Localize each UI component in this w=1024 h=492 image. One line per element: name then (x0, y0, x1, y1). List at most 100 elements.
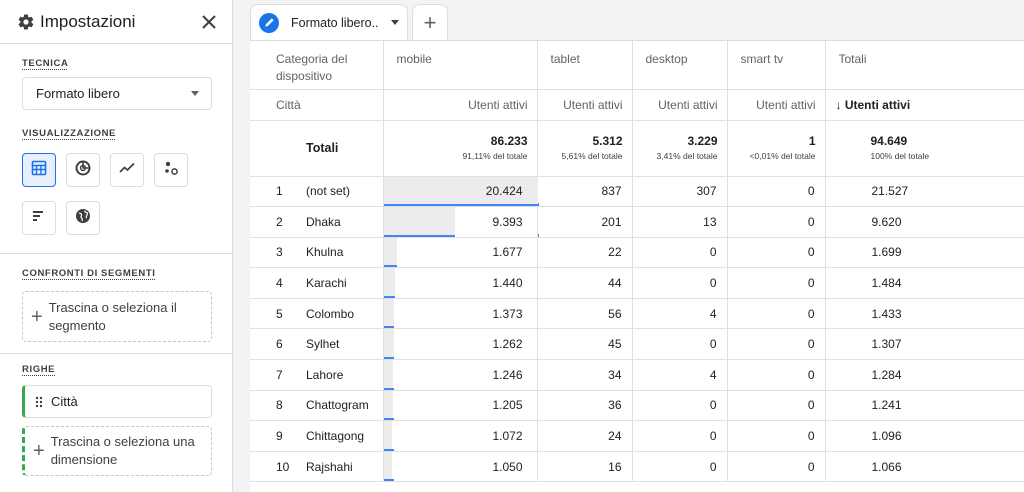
row-total-value: 1.699 (871, 245, 902, 260)
total-cell: 86.233 91,11% del totale (383, 120, 538, 177)
dimension-column-header[interactable]: Categoria del dispositivo (250, 41, 384, 90)
viz-scatter-button[interactable] (154, 153, 188, 187)
tecnica-value: Formato libero (36, 86, 120, 101)
segment-drop-zone[interactable]: + Trascina o seleziona il segmento (22, 291, 212, 342)
total-value: 5.312 (592, 134, 623, 148)
desktop-cell: 0 (632, 390, 728, 422)
panel-title: Impostazioni (40, 11, 136, 31)
scatter-chart-icon (162, 159, 180, 182)
viz-geo-button[interactable] (66, 201, 100, 235)
add-tab-button[interactable]: + (412, 4, 448, 40)
column-header-row: Categoria del dispositivo mobile tablet … (250, 41, 1024, 90)
tecnica-select[interactable]: Formato libero (22, 77, 212, 110)
tablet-cell: 837 (537, 176, 633, 208)
desktop-value: 0 (709, 429, 717, 444)
row-dimension-header[interactable]: Città (250, 89, 384, 121)
city-name: Chattogram (306, 398, 369, 413)
smart-tv-value: 0 (807, 214, 815, 229)
city-cell: 1 (not set) (250, 176, 384, 208)
table-icon (31, 160, 47, 181)
tablet-value: 22 (608, 245, 622, 260)
city-cell: 8 Chattogram (250, 390, 384, 422)
segment-drop-text: Trascina o seleziona il segmento (48, 299, 177, 333)
metric-header[interactable]: Utenti attivi (727, 89, 826, 121)
tablet-cell: 201 (537, 206, 633, 238)
smart-tv-value: 0 (807, 429, 815, 444)
viz-bar-button[interactable] (22, 201, 56, 235)
desktop-cell: 307 (632, 176, 728, 208)
mobile-value: 1.205 (492, 398, 523, 413)
mobile-value: 9.393 (492, 214, 523, 229)
total-cell: 1.433 (825, 298, 1024, 330)
smart-tv-cell: 0 (727, 176, 826, 208)
table-row: 6 Sylhet 1.262 45 0 0 1.307 (250, 328, 1024, 361)
dimension-drop-zone[interactable]: + Trascina o seleziona una dimensione (22, 426, 212, 476)
desktop-cell: 4 (632, 359, 728, 391)
smart-tv-cell: 0 (727, 298, 826, 330)
total-cell: 1.066 (825, 451, 1024, 483)
tab-formato-libero[interactable]: Formato libero.. (250, 4, 408, 40)
tablet-value: 24 (608, 429, 622, 444)
smart-tv-cell: 0 (727, 390, 826, 422)
metric-header[interactable]: Utenti attivi (383, 89, 538, 121)
desktop-value: 0 (709, 398, 717, 413)
dimension-chip-citta[interactable]: Città (22, 385, 212, 418)
row-rank: 9 (276, 429, 283, 444)
row-total-value: 21.527 (871, 184, 909, 199)
desktop-value: 0 (709, 337, 717, 352)
tablet-value: 44 (608, 276, 622, 291)
total-cell: 3.229 3,41% del totale (632, 120, 728, 177)
viz-donut-button[interactable] (66, 153, 100, 187)
smart-tv-value: 0 (807, 459, 815, 474)
row-rank: 3 (276, 245, 283, 260)
drag-handle-icon[interactable] (35, 396, 43, 408)
column-header-totali[interactable]: Totali (825, 41, 1024, 90)
total-cell: 1.699 (825, 237, 1024, 269)
metric-header[interactable]: Utenti attivi (632, 89, 728, 121)
smart-tv-value: 0 (807, 245, 815, 260)
mobile-cell: 1.072 (383, 420, 538, 452)
desktop-cell: 0 (632, 328, 728, 361)
smart-tv-value: 0 (807, 367, 815, 382)
column-header-desktop[interactable]: desktop (632, 41, 728, 90)
chevron-down-icon[interactable] (391, 20, 399, 25)
total-cell: 5.312 5,61% del totale (537, 120, 633, 177)
city-cell: 6 Sylhet (250, 328, 384, 361)
divider (0, 253, 232, 254)
desktop-cell: 0 (632, 420, 728, 452)
tab-label: Formato libero.. (291, 15, 379, 30)
mobile-value: 1.050 (492, 459, 523, 474)
city-cell: 10 Rajshahi (250, 451, 384, 483)
mobile-value: 1.373 (492, 306, 523, 321)
smart-tv-cell: 0 (727, 206, 826, 238)
smart-tv-value: 0 (807, 398, 815, 413)
smart-tv-cell: 0 (727, 267, 826, 299)
tecnica-label: TECNICA (22, 58, 69, 69)
metric-header-row: Città Utenti attivi Utenti attivi Utenti… (250, 89, 1024, 121)
mobile-cell: 1.262 (383, 328, 538, 361)
row-total-value: 1.484 (871, 276, 902, 291)
viz-line-button[interactable] (110, 153, 144, 187)
column-header-mobile[interactable]: mobile (383, 41, 538, 90)
city-name: Sylhet (306, 337, 340, 352)
viz-table-button[interactable] (22, 153, 56, 187)
mobile-value: 1.246 (492, 367, 523, 382)
pencil-icon (259, 12, 279, 33)
column-header-tablet[interactable]: tablet (537, 41, 633, 90)
table-row: 3 Khulna 1.677 22 0 0 1.699 (250, 237, 1024, 269)
close-icon[interactable] (198, 11, 220, 33)
tablet-value: 16 (608, 459, 622, 474)
visualization-options (22, 153, 212, 235)
mobile-cell: 20.424 (383, 176, 538, 208)
total-percent: 100% del totale (870, 151, 930, 161)
city-name: Colombo (306, 306, 355, 321)
table-row: 8 Chattogram 1.205 36 0 0 1.241 (250, 390, 1024, 422)
metric-header[interactable]: Utenti attivi (537, 89, 633, 121)
tablet-cell: 36 (537, 390, 633, 422)
divider (0, 353, 232, 354)
total-cell: 1 <0,01% del totale (727, 120, 826, 177)
sorted-metric-header[interactable]: ↓ Utenti attivi (825, 89, 1024, 121)
smart-tv-cell: 0 (727, 359, 826, 391)
column-header-smart-tv[interactable]: smart tv (727, 41, 826, 90)
desktop-value: 4 (709, 306, 717, 321)
